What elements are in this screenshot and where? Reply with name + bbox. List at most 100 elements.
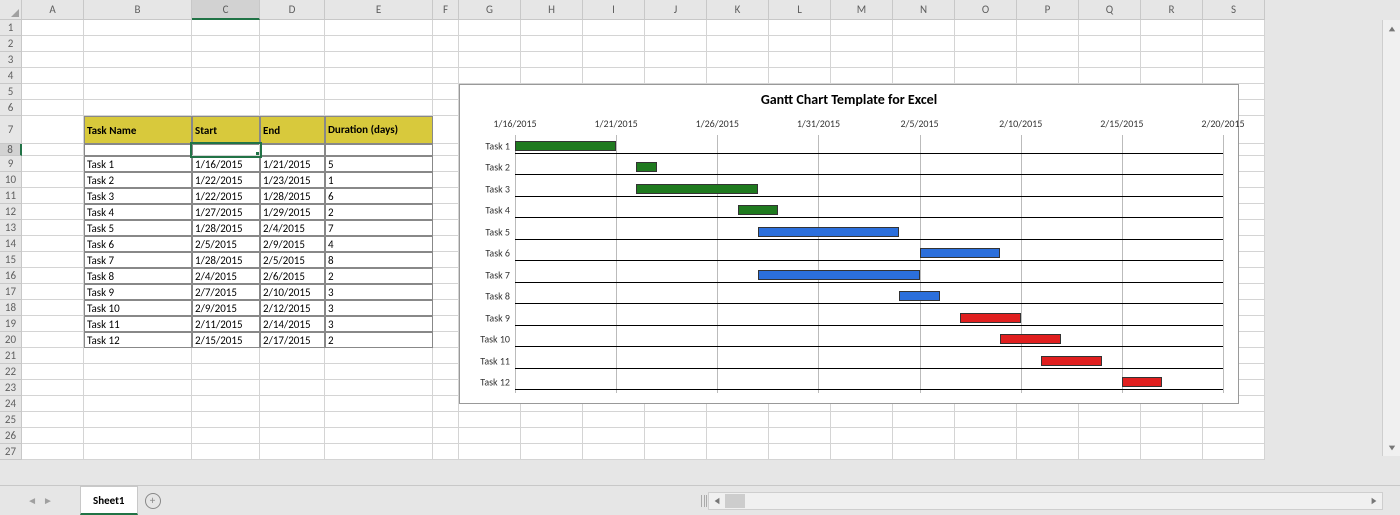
- row-header-4[interactable]: 4: [0, 68, 22, 84]
- cell-M4[interactable]: [831, 68, 893, 84]
- task-end[interactable]: 2/6/2015: [260, 268, 325, 284]
- cell-M27[interactable]: [831, 444, 893, 460]
- table-row-blank[interactable]: [325, 144, 433, 156]
- cell-C27[interactable]: [192, 444, 260, 460]
- cell-C6[interactable]: [192, 100, 260, 116]
- task-duration[interactable]: 1: [325, 172, 433, 188]
- cell-E24[interactable]: [325, 396, 433, 412]
- cell-B4[interactable]: [84, 68, 192, 84]
- cell-Q26[interactable]: [1079, 428, 1141, 444]
- cell-A21[interactable]: [22, 348, 84, 364]
- cell-L27[interactable]: [769, 444, 831, 460]
- hscroll-thumb[interactable]: [725, 494, 745, 508]
- cell-D25[interactable]: [260, 412, 325, 428]
- cell-I25[interactable]: [583, 412, 645, 428]
- table-header-duration[interactable]: Duration (days): [325, 116, 433, 144]
- cell-Q3[interactable]: [1079, 52, 1141, 68]
- cell-D21[interactable]: [260, 348, 325, 364]
- row-header-21[interactable]: 21: [0, 348, 22, 364]
- cell-F26[interactable]: [433, 428, 459, 444]
- cell-B23[interactable]: [84, 380, 192, 396]
- cell-C26[interactable]: [192, 428, 260, 444]
- cell-K3[interactable]: [707, 52, 769, 68]
- cell-K4[interactable]: [707, 68, 769, 84]
- task-duration[interactable]: 3: [325, 316, 433, 332]
- cell-N4[interactable]: [893, 68, 955, 84]
- cell-O26[interactable]: [955, 428, 1017, 444]
- task-duration[interactable]: 8: [325, 252, 433, 268]
- cell-K2[interactable]: [707, 36, 769, 52]
- cell-B27[interactable]: [84, 444, 192, 460]
- row-header-10[interactable]: 10: [0, 172, 22, 188]
- col-header-N[interactable]: N: [893, 0, 955, 20]
- cell-M26[interactable]: [831, 428, 893, 444]
- col-header-M[interactable]: M: [831, 0, 893, 20]
- cell-M3[interactable]: [831, 52, 893, 68]
- row-header-14[interactable]: 14: [0, 236, 22, 252]
- cell-P2[interactable]: [1017, 36, 1079, 52]
- task-end[interactable]: 2/14/2015: [260, 316, 325, 332]
- cell-B5[interactable]: [84, 84, 192, 100]
- task-duration[interactable]: 3: [325, 300, 433, 316]
- task-start[interactable]: 2/5/2015: [192, 236, 260, 252]
- table-row-blank[interactable]: [84, 144, 192, 156]
- cell-I26[interactable]: [583, 428, 645, 444]
- horizontal-scrollbar[interactable]: [700, 486, 1383, 515]
- task-end[interactable]: 1/28/2015: [260, 188, 325, 204]
- task-name[interactable]: Task 11: [84, 316, 192, 332]
- row-header-12[interactable]: 12: [0, 204, 22, 220]
- cell-A2[interactable]: [22, 36, 84, 52]
- cell-H26[interactable]: [521, 428, 583, 444]
- table-header-task[interactable]: Task Name: [84, 116, 192, 144]
- cell-J27[interactable]: [645, 444, 707, 460]
- task-name[interactable]: Task 8: [84, 268, 192, 284]
- cell-F2[interactable]: [433, 36, 459, 52]
- cell-P27[interactable]: [1017, 444, 1079, 460]
- scroll-left-arrow-icon[interactable]: [709, 494, 725, 508]
- cell-J3[interactable]: [645, 52, 707, 68]
- col-header-G[interactable]: G: [459, 0, 521, 20]
- task-duration[interactable]: 3: [325, 284, 433, 300]
- cell-G4[interactable]: [459, 68, 521, 84]
- cell-F25[interactable]: [433, 412, 459, 428]
- row-header-25[interactable]: 25: [0, 412, 22, 428]
- cell-E21[interactable]: [325, 348, 433, 364]
- task-duration[interactable]: 2: [325, 204, 433, 220]
- cell-N2[interactable]: [893, 36, 955, 52]
- cell-K1[interactable]: [707, 20, 769, 36]
- cell-Q27[interactable]: [1079, 444, 1141, 460]
- cell-B26[interactable]: [84, 428, 192, 444]
- cell-L26[interactable]: [769, 428, 831, 444]
- row-header-18[interactable]: 18: [0, 300, 22, 316]
- cell-J2[interactable]: [645, 36, 707, 52]
- cell-R1[interactable]: [1141, 20, 1203, 36]
- cell-I2[interactable]: [583, 36, 645, 52]
- table-row-blank[interactable]: [260, 144, 325, 156]
- cell-A10[interactable]: [22, 172, 84, 188]
- cell-F6[interactable]: [433, 100, 459, 116]
- cell-I4[interactable]: [583, 68, 645, 84]
- cell-I27[interactable]: [583, 444, 645, 460]
- cell-A9[interactable]: [22, 156, 84, 172]
- cell-A7[interactable]: [22, 116, 84, 144]
- cell-N1[interactable]: [893, 20, 955, 36]
- cell-Q4[interactable]: [1079, 68, 1141, 84]
- cell-P4[interactable]: [1017, 68, 1079, 84]
- cell-E1[interactable]: [325, 20, 433, 36]
- cell-B1[interactable]: [84, 20, 192, 36]
- task-start[interactable]: 2/9/2015: [192, 300, 260, 316]
- col-header-E[interactable]: E: [325, 0, 433, 20]
- cell-R3[interactable]: [1141, 52, 1203, 68]
- cell-A18[interactable]: [22, 300, 84, 316]
- row-header-22[interactable]: 22: [0, 364, 22, 380]
- row-header-27[interactable]: 27: [0, 444, 22, 460]
- cell-A16[interactable]: [22, 268, 84, 284]
- cell-H25[interactable]: [521, 412, 583, 428]
- col-header-R[interactable]: R: [1141, 0, 1203, 20]
- cell-G27[interactable]: [459, 444, 521, 460]
- cell-A13[interactable]: [22, 220, 84, 236]
- cell-S27[interactable]: [1203, 444, 1265, 460]
- cell-J26[interactable]: [645, 428, 707, 444]
- cell-E23[interactable]: [325, 380, 433, 396]
- cell-E4[interactable]: [325, 68, 433, 84]
